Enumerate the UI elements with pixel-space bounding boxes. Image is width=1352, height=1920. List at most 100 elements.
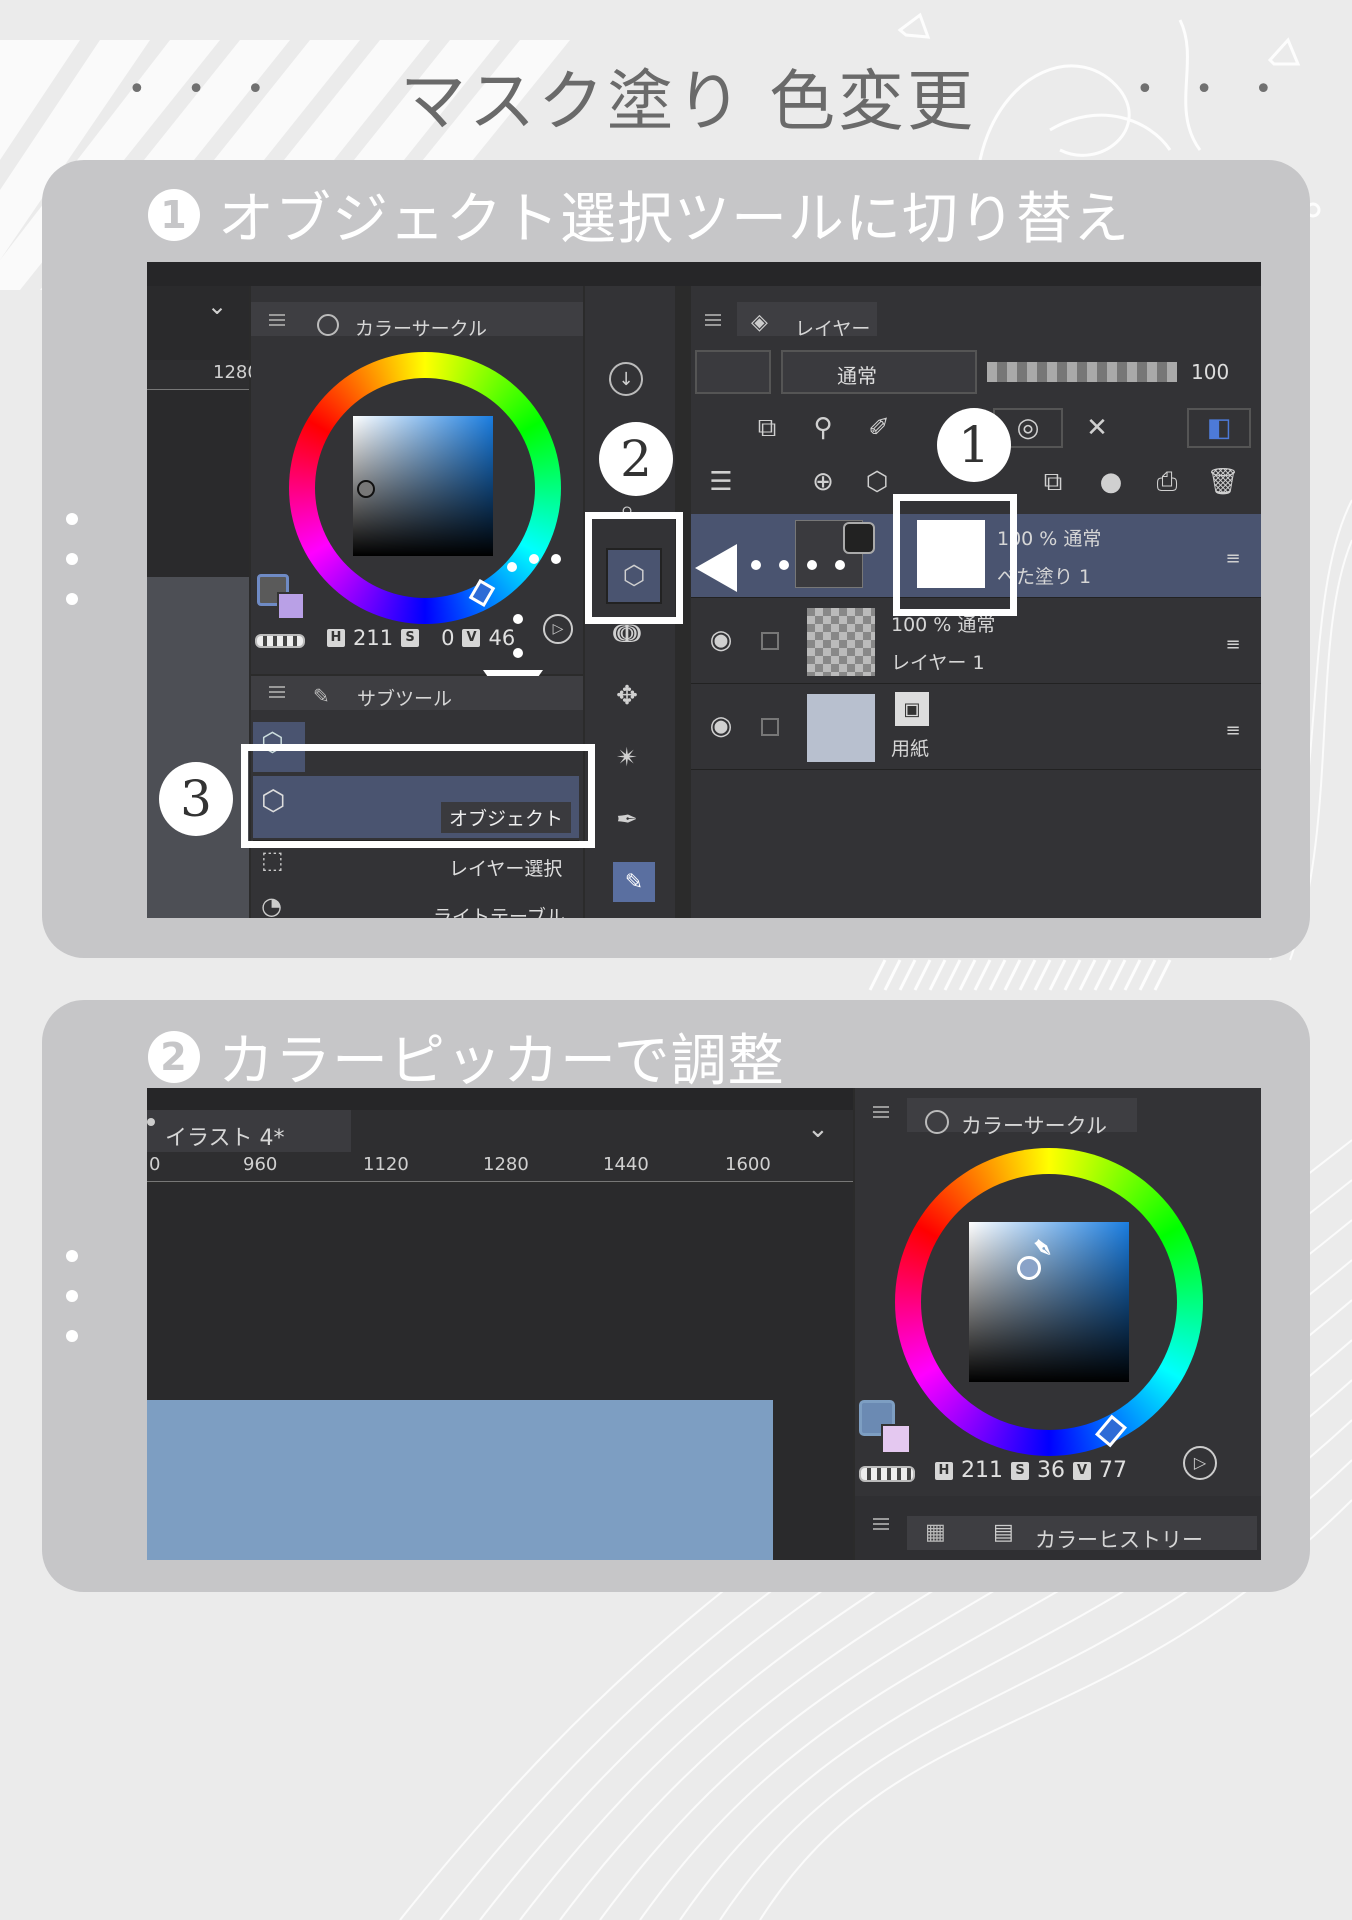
side-dot	[66, 1250, 78, 1262]
top-strip	[147, 1088, 853, 1110]
transparent-color-swatch[interactable]	[255, 634, 305, 648]
blue-fill-area[interactable]	[147, 1400, 773, 1560]
new-raster-icon[interactable]: ⊕	[803, 462, 843, 502]
badge-2: 2	[599, 422, 673, 496]
h-value[interactable]: 211	[961, 1458, 1003, 1483]
step1-number: 1	[148, 188, 200, 241]
v-value[interactable]: 77	[1099, 1458, 1127, 1483]
ruler-number: 0	[149, 1154, 161, 1175]
trash-icon[interactable]: 🗑	[1203, 462, 1243, 502]
side-dot	[66, 1290, 78, 1302]
eye-icon[interactable]: ◉	[701, 706, 741, 746]
blend-mode-value: 通常	[837, 364, 877, 388]
ruler-number: 1280	[483, 1154, 529, 1175]
ruler-number: 1120	[363, 1154, 409, 1175]
opacity-value[interactable]: 100	[1191, 360, 1229, 384]
eye-icon[interactable]: ◉	[701, 620, 741, 660]
side-dot	[66, 593, 78, 605]
reference-icon[interactable]: ⚲	[803, 408, 843, 448]
color-circle-tab[interactable]: カラーサークル	[961, 1110, 1107, 1140]
color-circle-tab[interactable]: カラーサークル	[355, 314, 487, 341]
layer-thumb-1	[807, 608, 875, 676]
v-key: V	[462, 629, 481, 647]
ruler-number: 960	[243, 1154, 278, 1175]
s-key: S	[401, 629, 420, 647]
color-set-icon[interactable]: ▦	[925, 1520, 946, 1545]
ruler-number: 1440	[603, 1154, 649, 1175]
connector-dot	[513, 648, 523, 658]
h-key: H	[935, 1461, 953, 1480]
eyedropper-icon[interactable]: ✒	[607, 800, 647, 840]
chevron-down-icon[interactable]: ⌄	[207, 292, 227, 320]
copy-layer-icon[interactable]: ⧉	[1033, 462, 1073, 502]
menu-icon[interactable]	[873, 1106, 889, 1118]
paper-icon: ▣	[895, 692, 929, 726]
step2-number: 2	[148, 1030, 200, 1083]
move-icon[interactable]: ✥	[607, 676, 647, 716]
tab-strip	[351, 1110, 853, 1152]
s-value[interactable]: 36	[1037, 1458, 1065, 1483]
layer-checkbox[interactable]	[761, 718, 779, 736]
side-dot	[66, 1330, 78, 1342]
draft-icon[interactable]: ✐	[859, 408, 899, 448]
transparent-color-swatch[interactable]	[859, 1466, 915, 1482]
h-key: H	[327, 629, 345, 647]
magic-wand-icon[interactable]: ✴	[607, 738, 647, 778]
sv-cursor[interactable]	[357, 480, 375, 498]
canvas-area	[147, 577, 249, 918]
play-icon[interactable]: ▷	[543, 614, 573, 644]
mask-toggle-icon[interactable]: ✕	[1077, 408, 1117, 448]
step2-screenshot: イラスト 4* ⌄ 0 960 1120 1280 1440 1600 カラーサ…	[147, 1088, 1261, 1560]
layer-thumb-paper	[807, 694, 875, 762]
v-value[interactable]: 46	[488, 626, 515, 650]
mask-icon[interactable]: ●	[1091, 462, 1131, 502]
color-history-tab[interactable]: カラーヒストリー	[1035, 1524, 1203, 1554]
download-icon[interactable]: ↓	[609, 362, 643, 396]
step2-heading-text: カラーピッカーで調整	[218, 1029, 785, 1094]
blend-mode-select[interactable]	[781, 350, 977, 394]
modified-dot-icon	[147, 1118, 155, 1126]
subtool-item-light-table-label[interactable]: ライトテーブル	[433, 902, 565, 918]
menu-icon[interactable]	[269, 314, 285, 326]
drag-handle-icon[interactable]: ≡	[1213, 710, 1253, 750]
connector-dot	[835, 560, 845, 570]
opacity-slider[interactable]	[987, 362, 1177, 382]
connector-dot	[507, 562, 517, 572]
menu-icon[interactable]	[873, 1518, 889, 1530]
menu-icon[interactable]	[269, 686, 285, 698]
h-value[interactable]: 211	[353, 626, 393, 650]
new-vector-icon[interactable]: ⬡	[857, 462, 897, 502]
drag-handle-icon[interactable]: ≡	[1213, 624, 1253, 664]
history-icon: ▤	[993, 1520, 1014, 1545]
ruler: 0 960 1120 1280 1440 1600	[147, 1152, 853, 1182]
step1-heading-text: オブジェクト選択ツールに切り替え	[218, 187, 1130, 252]
layer-checkbox[interactable]	[761, 632, 779, 650]
layer-color-icon[interactable]: ◧	[1187, 408, 1251, 448]
subtool-tab[interactable]: サブツール	[357, 684, 452, 711]
layer-color-select[interactable]	[695, 350, 771, 394]
chevron-down-icon[interactable]: ⌄	[807, 1114, 829, 1144]
s-value[interactable]: 0	[441, 626, 454, 650]
top-strip	[147, 262, 1261, 286]
step1-screenshot: ⌄ 1280 カラーサークル H 211 S 0 V 46 ▷ ✎ サブツール …	[147, 262, 1261, 918]
menu-icon[interactable]	[705, 314, 721, 326]
page-title: マスク塗り 色変更	[400, 63, 976, 140]
layer-list-icon[interactable]: ☰	[701, 462, 741, 502]
connector-dot	[513, 614, 523, 624]
camera-icon[interactable]: ⎙	[1147, 462, 1187, 502]
drag-handle-icon[interactable]: ≡	[1213, 538, 1253, 578]
play-icon[interactable]: ▷	[1183, 1446, 1217, 1480]
clip-icon[interactable]: ⧉	[747, 408, 787, 448]
canvas-tab-label: イラスト 4*	[165, 1126, 285, 1151]
subtool-item-layer-select-label: レイヤー選択	[449, 858, 563, 880]
color-circle-tab-icon	[925, 1110, 949, 1134]
sub-color-swatch[interactable]	[277, 592, 305, 620]
side-dot	[66, 513, 78, 525]
highlight-mask-thumb	[893, 494, 1017, 616]
hsv-readout: H 211 S 36 V 77	[935, 1458, 1127, 1483]
sub-color-swatch[interactable]	[881, 1424, 911, 1454]
hsv-readout: H 211 S 0 V 46	[327, 626, 515, 650]
layer-tab[interactable]: レイヤー	[795, 314, 870, 341]
connector-dot	[779, 560, 789, 570]
v-key: V	[1073, 1461, 1091, 1480]
